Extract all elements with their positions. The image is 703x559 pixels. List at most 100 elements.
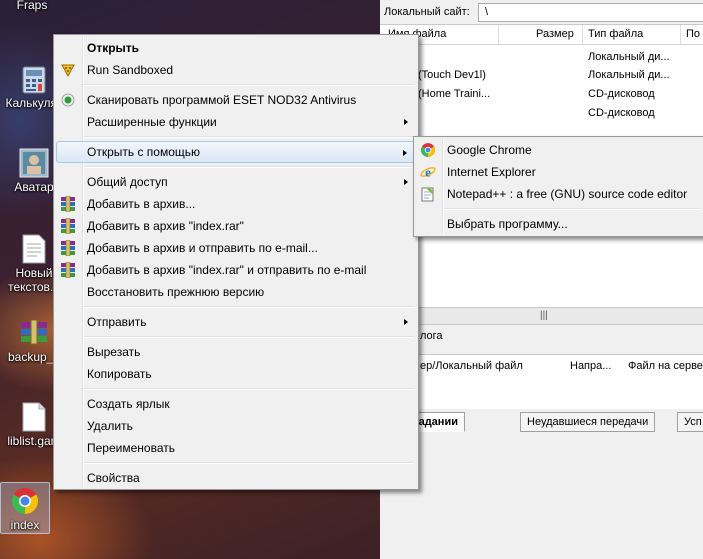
menu-item-label: Открыть <box>87 41 140 55</box>
notepadpp-icon <box>420 186 436 202</box>
context-menu: Открыть Run Sandboxed Сканировать программ… <box>53 34 419 490</box>
menu-item-label: Вырезать <box>87 345 141 359</box>
queue-list <box>380 377 703 409</box>
tab-successful-transfers[interactable]: Усп <box>677 412 703 432</box>
menu-item-label: Сканировать программой ESET NOD32 Antivi… <box>87 93 357 107</box>
winrar-icon <box>60 261 76 279</box>
menu-item-открыть-с-помощью[interactable]: Открыть с помощью <box>56 141 416 163</box>
menu-item-открыть[interactable]: Открыть <box>56 37 416 59</box>
local-site-bar: Локальный сайт: \ <box>380 0 703 25</box>
menu-item-label: Восстановить прежнюю версию <box>87 285 265 299</box>
winrar-icon <box>60 195 76 213</box>
menu-item-сканировать-программой-eset-nod32-antivi[interactable]: Сканировать программой ESET NOD32 Antivi… <box>56 89 416 111</box>
menu-item-label: Общий доступ <box>87 175 168 189</box>
menu-separator <box>84 306 414 308</box>
queue-column-direction[interactable]: Напра... <box>570 360 611 372</box>
menu-item-свойства[interactable]: Свойства <box>56 467 416 489</box>
menu-item-удалить[interactable]: Удалить <box>56 415 416 437</box>
menu-item-run-sandboxed[interactable]: Run Sandboxed <box>56 59 416 81</box>
desktop-icon-label: index <box>10 518 40 532</box>
local-site-path-input[interactable]: \ <box>478 3 703 22</box>
menu-separator <box>84 388 414 390</box>
menu-item-создать-ярлык[interactable]: Создать ярлык <box>56 393 416 415</box>
log-tab-label: лога <box>420 330 443 342</box>
menu-separator <box>84 136 414 138</box>
file-list-header: Имя файла Размер Тип файла По <box>380 25 703 45</box>
menu-item-notepad-a-free-gnu-source-code-editor[interactable]: Notepad++ : a free (GNU) source code edi… <box>416 183 702 205</box>
splitter-handle[interactable]: ||| <box>380 307 703 325</box>
menu-item-добавить-в-архив[interactable]: Добавить в архив... <box>56 193 416 215</box>
open-with-submenu: Google Chrome e Internet Explorer Notepad++… <box>413 136 703 237</box>
submenu-arrow-icon <box>404 119 408 125</box>
menu-item-label: Свойства <box>87 471 140 485</box>
menu-item-переименовать[interactable]: Переименовать <box>56 437 416 459</box>
menu-item-label: Добавить в архив "index.rar" <box>87 219 244 233</box>
menu-item-label: Копировать <box>87 367 152 381</box>
desktop-icon-index[interactable]: index <box>0 482 50 534</box>
menu-separator <box>84 84 414 86</box>
winrar-icon <box>60 239 76 257</box>
winrar-archive-icon <box>19 319 49 348</box>
menu-item-копировать[interactable]: Копировать <box>56 363 416 385</box>
menu-item-label: Run Sandboxed <box>87 63 174 77</box>
eset-icon <box>60 92 76 108</box>
desktop-icon-label: Fraps <box>16 0 48 12</box>
menu-item-отправить[interactable]: Отправить <box>56 311 416 333</box>
menu-item-label: Переименовать <box>87 441 175 455</box>
menu-item-label: Google Chrome <box>447 143 532 157</box>
calculator-icon <box>20 66 48 94</box>
menu-separator <box>84 166 414 168</box>
menu-item-label: Открыть с помощью <box>87 145 201 159</box>
menu-item-выбрать-программу[interactable]: Выбрать программу... <box>416 213 702 235</box>
submenu-arrow-icon <box>404 319 408 325</box>
menu-item-восстановить-прежнюю-версию[interactable]: Восстановить прежнюю версию <box>56 281 416 303</box>
menu-item-label: Добавить в архив и отправить по e-mail..… <box>87 241 318 255</box>
submenu-arrow-icon <box>404 179 408 185</box>
menu-item-общий-доступ[interactable]: Общий доступ <box>56 171 416 193</box>
ie-icon: e <box>420 164 436 180</box>
queue-column-remote-file[interactable]: Файл на серве <box>628 360 703 372</box>
menu-separator <box>84 462 414 464</box>
table-row[interactable]: (Home Traini... CD-дисковод <box>380 85 703 104</box>
column-header-type[interactable]: Тип файла <box>588 28 643 40</box>
chrome-icon <box>420 142 436 158</box>
column-header-modified[interactable]: По <box>686 28 700 40</box>
menu-item-label: Отправить <box>87 315 147 329</box>
desktop-icon-fraps[interactable]: Fraps <box>0 0 68 12</box>
menu-item-label: Notepad++ : a free (GNU) source code edi… <box>447 187 688 201</box>
table-row[interactable]: Локальный ди... <box>380 48 703 67</box>
column-header-size[interactable]: Размер <box>536 28 574 40</box>
menu-item-расширенные-функции[interactable]: Расширенные функции <box>56 111 416 133</box>
log-tab[interactable]: лога <box>380 325 703 347</box>
menu-item-google-chrome[interactable]: Google Chrome <box>416 139 702 161</box>
submenu-arrow-icon <box>403 150 407 156</box>
table-row[interactable]: (Touch Dev1l) Локальный ди... <box>380 66 703 85</box>
queue-header: ер/Локальный файл Напра... Файл на серве <box>380 354 703 378</box>
menu-separator <box>84 336 414 338</box>
text-document-icon <box>22 234 46 264</box>
menu-item-label: Выбрать программу... <box>447 217 568 231</box>
menu-item-вырезать[interactable]: Вырезать <box>56 341 416 363</box>
menu-separator <box>444 208 700 210</box>
chrome-icon <box>10 486 40 516</box>
menu-item-label: Добавить в архив "index.rar" и отправить… <box>87 263 367 277</box>
menu-item-добавить-в-архив-и-отправить-по-e-mail[interactable]: Добавить в архив и отправить по e-mail..… <box>56 237 416 259</box>
ftp-client-window: Локальный сайт: \ Имя файла Размер Тип ф… <box>378 0 703 559</box>
avatar-icon <box>19 148 49 178</box>
menu-item-label: Internet Explorer <box>447 165 536 179</box>
queue-tabs: лы в задании Неудавшиеся передачи Усп <box>378 411 703 433</box>
table-row[interactable]: CD-дисковод <box>380 104 703 123</box>
winrar-icon <box>60 217 76 235</box>
menu-item-добавить-в-архив-index-rar[interactable]: Добавить в архив "index.rar" <box>56 215 416 237</box>
blank-file-icon <box>22 402 46 432</box>
local-site-label: Локальный сайт: <box>384 6 470 18</box>
tab-failed-transfers[interactable]: Неудавшиеся передачи <box>520 412 656 432</box>
menu-item-label: Добавить в архив... <box>87 197 196 211</box>
queue-column-local-file[interactable]: ер/Локальный файл <box>420 360 523 372</box>
menu-item-internet-explorer[interactable]: e Internet Explorer <box>416 161 702 183</box>
svg-text:e: e <box>425 165 431 180</box>
menu-item-добавить-в-архив-index-rar-и-отправить-п[interactable]: Добавить в архив "index.rar" и отправить… <box>56 259 416 281</box>
menu-item-label: Расширенные функции <box>87 115 217 129</box>
menu-item-label: Создать ярлык <box>87 397 170 411</box>
status-area <box>380 433 703 559</box>
